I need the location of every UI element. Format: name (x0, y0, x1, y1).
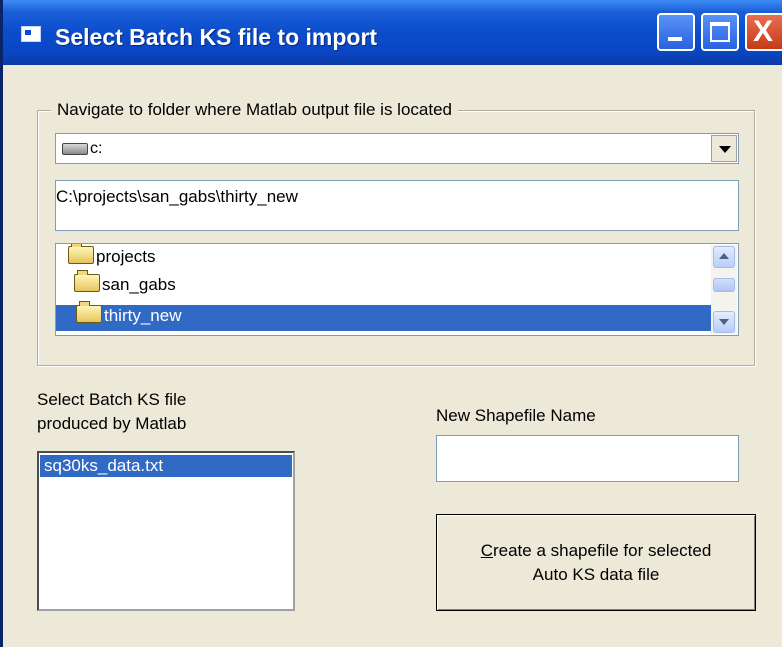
folder-item-label: san_gabs (102, 275, 176, 294)
batch-file-list[interactable]: sq30ks_data.txt (37, 451, 295, 611)
folder-item-projects[interactable]: projects (68, 244, 156, 272)
folder-item-label: projects (96, 247, 156, 266)
folder-item-thirty-new[interactable]: thirty_new (56, 301, 712, 331)
minimize-icon (668, 37, 682, 41)
drive-value: c: (90, 140, 103, 157)
title-bar[interactable]: Select Batch KS file to import X (3, 0, 782, 65)
folder-open-icon (76, 301, 102, 323)
dialog-window: Select Batch KS file to import X Navigat… (0, 0, 782, 647)
folder-list-scrollbar[interactable] (711, 245, 737, 334)
create-shapefile-button[interactable]: Create a shapefile for selected Auto KS … (436, 514, 756, 611)
scroll-up-icon[interactable] (713, 246, 735, 268)
window-title: Select Batch KS file to import (55, 24, 378, 50)
file-item[interactable]: sq30ks_data.txt (40, 455, 292, 477)
drive-select[interactable]: c: (55, 133, 739, 164)
scroll-down-icon[interactable] (713, 311, 735, 333)
maximize-button[interactable] (701, 13, 739, 51)
batch-file-label-line2: produced by Matlab (37, 414, 187, 433)
shapefile-name-input[interactable] (436, 435, 739, 482)
folder-open-icon (74, 270, 100, 292)
maximize-icon (710, 22, 730, 42)
create-shapefile-button-label: Create a shapefile for selected Auto KS … (481, 539, 712, 587)
scroll-thumb[interactable] (713, 278, 735, 292)
batch-file-label-line1: Select Batch KS file (37, 390, 187, 409)
shapefile-name-label: New Shapefile Name (436, 406, 596, 425)
close-icon: X (753, 15, 774, 48)
current-path-display: C:\projects\san_gabs\thirty_new (55, 180, 739, 231)
folder-list[interactable]: projects san_gabs thirty_new (55, 243, 739, 336)
minimize-button[interactable] (657, 13, 695, 51)
create-button-line2: Auto KS data file (532, 564, 660, 584)
current-path-text: C:\projects\san_gabs\thirty_new (56, 187, 298, 206)
folder-open-icon (68, 244, 94, 264)
folder-item-label: thirty_new (104, 306, 182, 325)
app-icon (21, 26, 41, 42)
create-button-line1: Create a shapefile for selected (480, 540, 712, 560)
drive-icon (62, 143, 88, 155)
drive-dropdown-button[interactable] (711, 135, 737, 162)
folder-item-san-gabs[interactable]: san_gabs (74, 270, 176, 300)
close-button[interactable]: X (745, 13, 782, 51)
navigate-group-label: Navigate to folder where Matlab output f… (51, 100, 459, 120)
